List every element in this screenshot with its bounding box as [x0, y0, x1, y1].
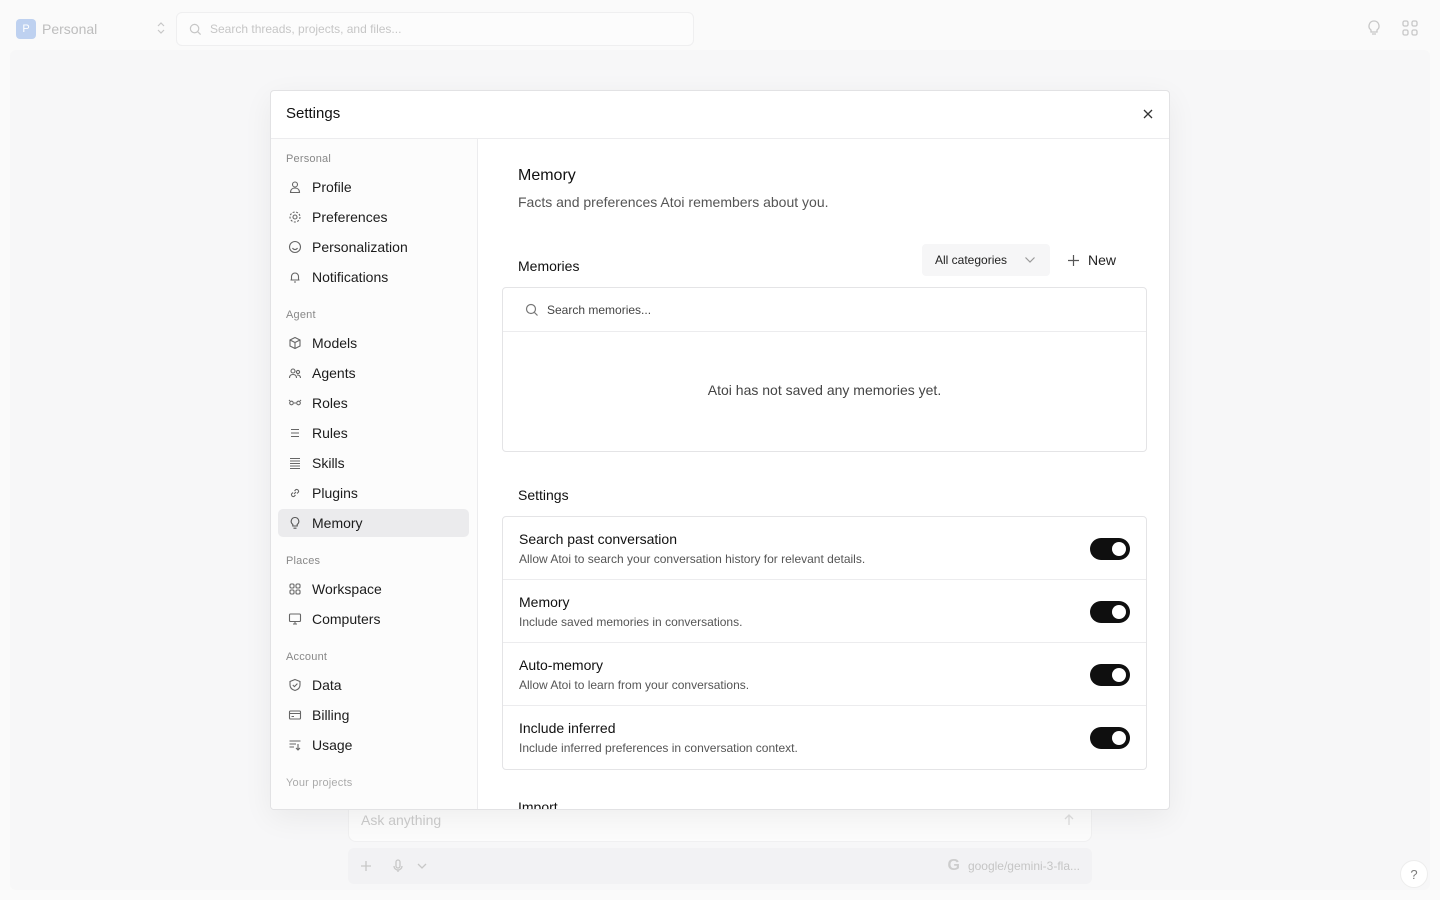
sidebar-item-label: Memory: [312, 515, 363, 531]
page-title: Memory: [518, 167, 576, 184]
sidebar-item-personalization[interactable]: Personalization: [278, 233, 469, 261]
modal-title: Settings: [286, 105, 341, 122]
include-inferred-toggle[interactable]: [1090, 727, 1130, 749]
sidebar-item-label: Computers: [312, 611, 381, 627]
setting-row: Include inferred Include inferred prefer…: [503, 706, 1146, 769]
new-memory-label: New: [1088, 252, 1117, 268]
link-icon: [290, 488, 300, 498]
bell-icon: [290, 272, 300, 283]
sidebar-item-label: Personalization: [312, 239, 408, 255]
setting-name: Search past conversation: [519, 531, 677, 547]
sidebar-item-preferences[interactable]: Preferences: [278, 203, 469, 231]
gear-icon: [289, 211, 301, 223]
sidebar-item-label: Workspace: [312, 581, 382, 597]
sidebar-item-notifications[interactable]: Notifications: [278, 263, 469, 291]
sidebar-item-data[interactable]: Data: [278, 671, 469, 699]
sidebar-item-label: Data: [312, 677, 342, 693]
setting-description: Include saved memories in conversations.: [519, 615, 743, 629]
sidebar-group-label: Personal: [286, 153, 332, 165]
sidebar-item-label: Rules: [312, 425, 348, 441]
sidebar-group-label: Account: [286, 651, 328, 663]
setting-name: Include inferred: [519, 720, 616, 736]
memories-heading: Memories: [518, 258, 580, 274]
setting-name: Memory: [519, 594, 570, 610]
sidebar-item-label: Roles: [312, 395, 348, 411]
setting-row: Auto-memory Allow Atoi to learn from you…: [503, 643, 1146, 706]
page-subtitle: Facts and preferences Atoi remembers abo…: [518, 194, 829, 210]
search-past-conversation-toggle[interactable]: [1090, 538, 1130, 560]
sidebar-item-skills[interactable]: Skills: [278, 449, 469, 477]
sidebar-item-models[interactable]: Models: [278, 329, 469, 357]
usage-icon: [289, 740, 301, 751]
sidebar-item-profile[interactable]: Profile: [278, 173, 469, 201]
sidebar-item-label: Skills: [312, 455, 345, 471]
sidebar-group-label: Your projects: [286, 777, 353, 789]
sidebar-item-rules[interactable]: Rules: [278, 419, 469, 447]
sidebar-item-roles[interactable]: Roles: [278, 389, 469, 417]
sidebar-group-label: Agent: [286, 309, 316, 321]
new-memory-button[interactable]: New: [1067, 247, 1116, 273]
sidebar-item-label: Profile: [312, 179, 352, 195]
sidebar-item-label: Billing: [312, 707, 350, 723]
list-icon: [291, 428, 299, 438]
sidebar-item-label: Models: [312, 335, 358, 351]
memory-search[interactable]: [503, 288, 1146, 332]
modal-header: Settings: [271, 91, 1169, 139]
user-icon: [289, 181, 301, 194]
roles-icon: [288, 399, 302, 406]
shield-icon: [289, 678, 301, 692]
setting-description: Include inferred preferences in conversa…: [519, 741, 798, 755]
chevron-down-icon: [1025, 257, 1035, 263]
lightbulb-icon: [290, 516, 300, 529]
memory-toggle[interactable]: [1090, 601, 1130, 623]
stack-icon: [290, 457, 300, 470]
sidebar-item-label: Agents: [312, 365, 356, 381]
sidebar-item-plugins[interactable]: Plugins: [278, 479, 469, 507]
setting-row: Memory Include saved memories in convers…: [503, 580, 1146, 643]
empty-state-text: Atoi has not saved any memories yet.: [707, 382, 942, 398]
agents-icon: [288, 368, 302, 379]
sidebar-item-computers[interactable]: Computers: [278, 605, 469, 633]
sidebar-item-label: Plugins: [312, 485, 358, 501]
category-select-value: All categories: [935, 253, 1008, 267]
memory-settings-panel: Memory Facts and preferences Atoi rememb…: [479, 139, 1169, 810]
sidebar-item-memory[interactable]: Memory: [278, 509, 469, 537]
import-heading: Import: [518, 799, 558, 810]
sidebar-item-usage[interactable]: Usage: [278, 731, 469, 759]
setting-name: Auto-memory: [519, 657, 604, 673]
settings-sidebar: Personal Profile Preferences Personaliza…: [271, 139, 478, 809]
settings-heading: Settings: [518, 487, 569, 503]
monitor-icon: [288, 613, 302, 625]
smile-icon: [288, 240, 302, 254]
setting-description: Allow Atoi to search your conversation h…: [519, 552, 866, 566]
settings-modal: Settings Personal Profile Preferences Pe…: [270, 90, 1170, 810]
sidebar-item-label: Usage: [312, 737, 353, 753]
grid-icon: [289, 583, 301, 595]
memory-settings-list: Search past conversation Allow Atoi to s…: [502, 516, 1147, 770]
auto-memory-toggle[interactable]: [1090, 664, 1130, 686]
sidebar-item-billing[interactable]: Billing: [278, 701, 469, 729]
category-select[interactable]: All categories: [922, 244, 1050, 276]
sidebar-item-label: Notifications: [312, 269, 389, 285]
plus-icon: [1068, 254, 1079, 266]
card-icon: [288, 710, 302, 720]
sidebar-item-label: Preferences: [312, 209, 388, 225]
sidebar-group-label: Places: [286, 555, 321, 567]
memories-list: Atoi has not saved any memories yet.: [502, 287, 1147, 452]
close-icon[interactable]: [1141, 107, 1155, 121]
cube-icon: [289, 336, 301, 350]
memory-search-input[interactable]: [547, 302, 1107, 317]
sidebar-item-workspace[interactable]: Workspace: [278, 575, 469, 603]
search-icon: [525, 303, 538, 316]
setting-row: Search past conversation Allow Atoi to s…: [503, 517, 1146, 580]
setting-description: Allow Atoi to learn from your conversati…: [519, 678, 750, 692]
sidebar-item-agents[interactable]: Agents: [278, 359, 469, 387]
